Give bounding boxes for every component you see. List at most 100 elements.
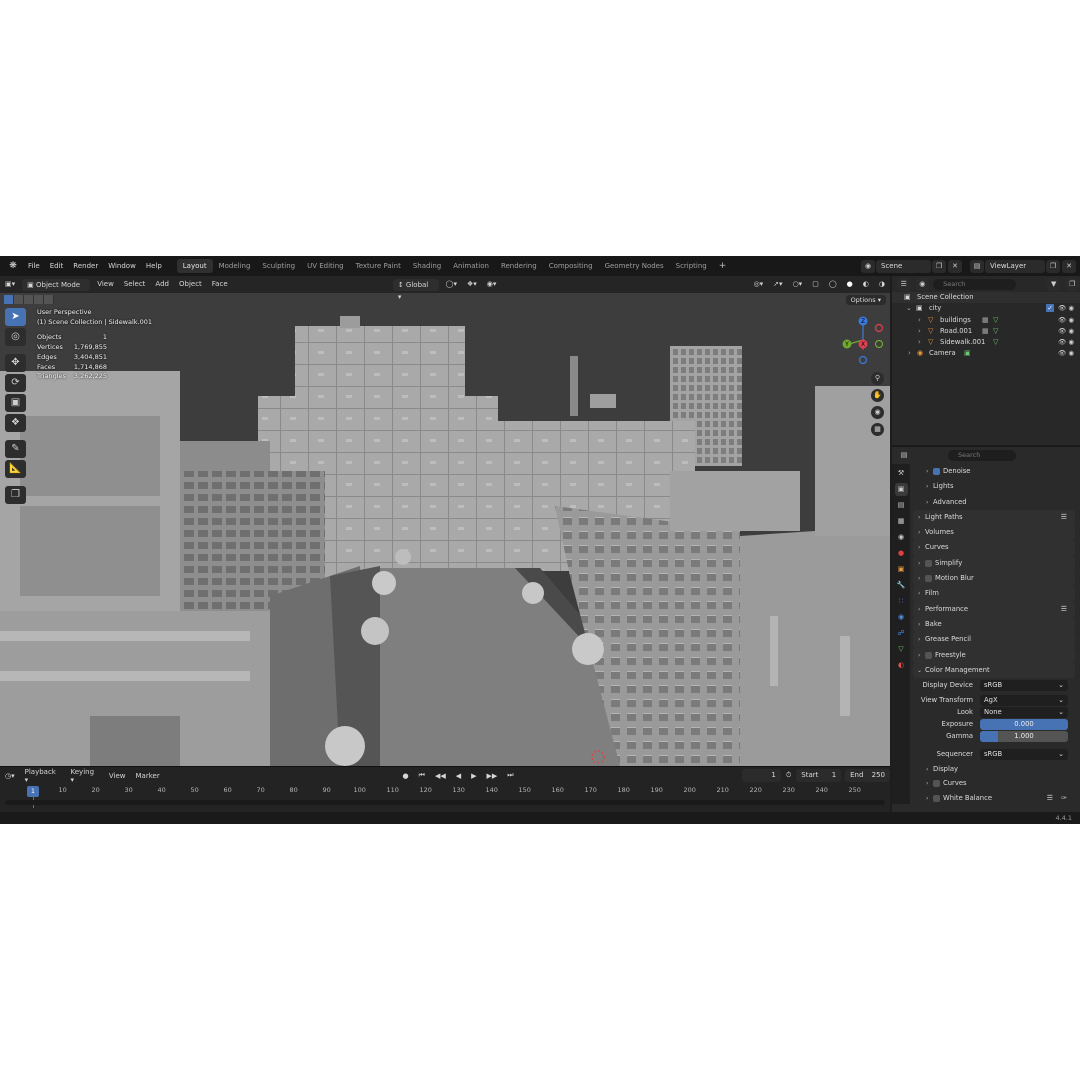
eyedropper-icon[interactable]: ✑: [1061, 791, 1067, 806]
subpanel-white-balance[interactable]: › White Balance ☰ ✑: [913, 791, 1075, 806]
annotate-tool-icon[interactable]: ✎: [5, 440, 26, 458]
select-subtract-icon[interactable]: [24, 295, 34, 304]
eye-icon[interactable]: 👁: [1058, 349, 1066, 357]
shading-solid-icon[interactable]: ●: [842, 276, 858, 293]
panel-volumes[interactable]: › Volumes: [913, 525, 1075, 541]
collapse-chevron-icon[interactable]: ⌄: [917, 663, 922, 678]
outliner-row-road[interactable]: › ▽ Road.001 ▦ ▽ 👁 ◉: [892, 326, 1080, 337]
scene-icon[interactable]: ◉: [861, 259, 875, 273]
tab-rendering[interactable]: Rendering: [495, 259, 543, 273]
denoise-checkbox[interactable]: [933, 468, 940, 475]
play-reverse-icon[interactable]: ◀: [451, 772, 466, 780]
select-tool-icon[interactable]: ➤: [5, 308, 26, 326]
camera-render-icon[interactable]: ◉: [1068, 327, 1074, 335]
modifier-tab-icon[interactable]: 🔧: [895, 579, 908, 592]
add-cube-tool-icon[interactable]: ❐: [5, 486, 26, 504]
tab-texture-paint[interactable]: Texture Paint: [350, 259, 407, 273]
eye-icon[interactable]: 👁: [1058, 304, 1066, 312]
timeline-editor[interactable]: ◷▾ Playback ▾ Keying ▾ View Marker ● ⏮ ◀…: [0, 766, 890, 812]
tab-scripting[interactable]: Scripting: [670, 259, 713, 273]
subpanel-display[interactable]: › Display: [913, 762, 1075, 777]
overlay-toggle-icon[interactable]: ○▾: [788, 276, 808, 293]
camera-render-icon[interactable]: ◉: [1068, 304, 1074, 312]
expand-chevron-icon[interactable]: ›: [926, 479, 928, 494]
panel-simplify[interactable]: › Simplify: [913, 555, 1075, 572]
visibility-icon[interactable]: ◎▾: [749, 276, 769, 293]
tab-modeling[interactable]: Modeling: [213, 259, 257, 273]
3d-viewport[interactable]: ▣▾ ▣ Object Mode ▾ View Select Add Objec…: [0, 276, 890, 766]
expand-chevron-icon[interactable]: ›: [908, 348, 911, 359]
motion-blur-checkbox[interactable]: [925, 575, 932, 583]
eye-icon[interactable]: 👁: [1058, 327, 1066, 335]
collapse-chevron-icon[interactable]: ⌄: [906, 303, 912, 314]
expand-chevron-icon[interactable]: ›: [918, 326, 921, 337]
camera-render-icon[interactable]: ◉: [1068, 349, 1074, 357]
add-workspace-icon[interactable]: +: [713, 259, 733, 273]
options-button[interactable]: Options ▾: [845, 295, 886, 305]
expand-chevron-icon[interactable]: ›: [926, 762, 928, 777]
menu-view[interactable]: View: [92, 276, 119, 293]
expand-chevron-icon[interactable]: ›: [918, 632, 920, 647]
panel-bake[interactable]: › Bake: [913, 616, 1075, 633]
tab-uv-editing[interactable]: UV Editing: [301, 259, 350, 273]
presets-list-icon[interactable]: ☰: [1061, 602, 1067, 617]
camera-render-icon[interactable]: ◉: [1068, 338, 1074, 346]
record-icon[interactable]: ●: [398, 772, 414, 780]
menu-add[interactable]: Add: [150, 276, 174, 293]
expand-chevron-icon[interactable]: ›: [926, 791, 928, 806]
new-collection-icon[interactable]: ❐: [1065, 277, 1079, 291]
panel-grease-pencil[interactable]: › Grease Pencil: [913, 632, 1075, 648]
object-tab-icon[interactable]: ▣: [895, 563, 908, 576]
expand-chevron-icon[interactable]: ›: [918, 648, 920, 663]
outliner-row-camera[interactable]: › ◉ Camera ▣ 👁 ◉: [892, 348, 1080, 359]
start-frame-field[interactable]: Start 1: [796, 769, 842, 782]
expand-chevron-icon[interactable]: ›: [918, 617, 920, 632]
end-frame-field[interactable]: End 250: [845, 769, 890, 782]
simplify-checkbox[interactable]: [925, 559, 932, 567]
outliner-row-sidewalk[interactable]: › ▽ Sidewalk.001 ▽ 👁 ◉: [892, 337, 1080, 348]
blender-logo-icon[interactable]: ❋: [5, 259, 21, 273]
delete-view-layer-icon[interactable]: ✕: [1062, 259, 1076, 273]
view-layer-tab-icon[interactable]: ▦: [895, 515, 908, 528]
measure-tool-icon[interactable]: 📐: [5, 460, 26, 478]
jump-start-icon[interactable]: ⏮: [414, 771, 430, 780]
panel-film[interactable]: › Film: [913, 586, 1075, 602]
move-tool-icon[interactable]: ✥: [5, 354, 26, 372]
expand-chevron-icon[interactable]: ›: [918, 602, 920, 617]
pan-hand-icon[interactable]: ✋: [871, 389, 884, 402]
editor-type-icon[interactable]: ▣▾: [0, 276, 20, 293]
transform-tool-icon[interactable]: ❖: [5, 414, 26, 432]
snap-icon[interactable]: ❖▾: [462, 276, 482, 293]
cursor-tool-icon[interactable]: ◎: [5, 328, 26, 346]
scale-tool-icon[interactable]: ▣: [5, 394, 26, 412]
shading-material-icon[interactable]: ◐: [858, 276, 874, 293]
navigation-gizmo[interactable]: Z Y X: [841, 314, 885, 364]
data-tab-icon[interactable]: ▽: [895, 643, 908, 656]
render-tab-icon[interactable]: ▣: [894, 483, 908, 496]
tab-compositing[interactable]: Compositing: [543, 259, 599, 273]
scene-name-field[interactable]: Scene: [876, 259, 931, 273]
expand-chevron-icon[interactable]: ›: [926, 464, 928, 479]
menu-render[interactable]: Render: [68, 256, 103, 276]
expand-chevron-icon[interactable]: ›: [926, 776, 928, 791]
menu-object[interactable]: Object: [174, 276, 207, 293]
transform-orientation-selector[interactable]: ↕ Global ▾: [392, 278, 439, 301]
select-invert-icon[interactable]: [34, 295, 44, 304]
zoom-icon[interactable]: ⚲: [871, 372, 884, 385]
timeline-ruler[interactable]: 1 10 20 30 40 50 60 70 80 90 100 110 120 130 140 150 16…: [0, 786, 890, 798]
tab-layout[interactable]: Layout: [176, 259, 213, 273]
sequencer-select[interactable]: sRGB ⌄: [980, 748, 1068, 760]
panel-color-management[interactable]: ⌄ Color Management: [913, 662, 1075, 679]
select-new-icon[interactable]: [4, 295, 14, 304]
menu-face[interactable]: Face: [207, 276, 233, 293]
pivot-point-icon[interactable]: ◯▾: [441, 276, 462, 293]
camera-render-icon[interactable]: ◉: [1068, 316, 1074, 324]
expand-chevron-icon[interactable]: ›: [918, 525, 920, 540]
prev-keyframe-icon[interactable]: ◀◀: [430, 772, 451, 780]
tab-animation[interactable]: Animation: [447, 259, 495, 273]
menu-file[interactable]: File: [23, 256, 45, 276]
properties-search-input[interactable]: Search: [948, 449, 1016, 461]
play-icon[interactable]: ▶: [466, 772, 481, 780]
scene-tab-icon[interactable]: ◉: [895, 531, 908, 544]
menu-marker[interactable]: Marker: [131, 772, 165, 780]
